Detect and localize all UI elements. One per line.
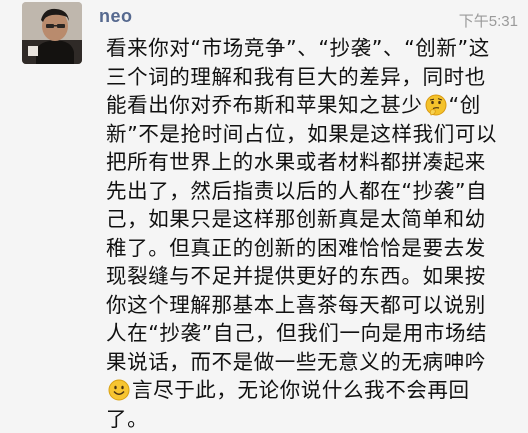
comment-text-segment: 三个词的理解和我有巨大的差异，同时也: [106, 65, 486, 89]
comment-line: 稚了。但真正的创新的困难恰恰是要去发: [106, 234, 520, 263]
comment-line: 先出了，然后指责以后的人都在“抄袭”自: [106, 177, 520, 206]
comment-line: 果说话，而不是做一些无意义的无病呻吟: [106, 348, 520, 377]
comment-text-segment: 你这个理解那基本上喜茶每天都可以说别: [106, 293, 486, 317]
comment-text-segment: 果说话，而不是做一些无意义的无病呻吟: [106, 350, 486, 374]
comment-text-segment: 稚了。但真正的创新的困难恰恰是要去发: [106, 236, 486, 260]
timestamp: 下午5:31: [459, 10, 518, 31]
thinking-face-icon: [425, 94, 447, 116]
comment-text-segment: 先出了，然后指责以后的人都在“抄袭”自: [106, 179, 487, 203]
comment-line: 能看出你对乔布斯和苹果知之甚少 “创: [106, 91, 520, 120]
comment-line: 看来你对“市场竞争”、“抄袭”、“创新”这: [106, 34, 520, 63]
comment-text-segment: “创: [449, 93, 481, 117]
comment-line: 己，如果只是这样那创新真是太简单和幼: [106, 205, 520, 234]
comment-line: 人在“抄袭”自己，但我们一向是用市场结: [106, 319, 520, 348]
comment-text-segment: 看来你对“市场竞争”、“抄袭”、“创新”这: [106, 36, 490, 60]
comment-line: 把所有世界上的水果或者材料都拼凑起来: [106, 148, 520, 177]
author-name[interactable]: neo: [99, 6, 133, 27]
comment-text-segment: 新”不是抢时间占位，如果是这样我们可以: [106, 122, 497, 146]
comment-line: 现裂缝与不足并提供更好的东西。如果按: [106, 262, 520, 291]
comment-line: 新”不是抢时间占位，如果是这样我们可以: [106, 120, 520, 149]
user-avatar-photo-icon: [22, 2, 82, 64]
comment-text-segment: 人在“抄袭”自己，但我们一向是用市场结: [106, 321, 487, 345]
comment-line: 言尽于此，无论你说什么我不会再回: [106, 376, 520, 405]
comment-text-segment: 把所有世界上的水果或者材料都拼凑起来: [106, 150, 486, 174]
avatar[interactable]: [22, 2, 82, 64]
comment-text-segment: 现裂缝与不足并提供更好的东西。如果按: [106, 264, 486, 288]
comment-text-segment: 己，如果只是这样那创新真是太简单和幼: [106, 207, 486, 231]
comment-line: 你这个理解那基本上喜茶每天都可以说别: [106, 291, 520, 320]
comment-item: neo 下午5:31 看来你对“市场竞争”、“抄袭”、“创新”这三个词的理解和我…: [0, 0, 528, 416]
comment-line: 了。: [106, 405, 520, 433]
comment-text-segment: 言尽于此，无论你说什么我不会再回: [132, 378, 470, 402]
comment-text: 看来你对“市场竞争”、“抄袭”、“创新”这三个词的理解和我有巨大的差异，同时也能…: [106, 34, 520, 433]
comment-text-segment: 了。: [106, 407, 148, 431]
comment-text-segment: 能看出你对乔布斯和苹果知之甚少: [106, 93, 423, 117]
smiling-face-icon: [108, 379, 130, 401]
comment-line: 三个词的理解和我有巨大的差异，同时也: [106, 63, 520, 92]
